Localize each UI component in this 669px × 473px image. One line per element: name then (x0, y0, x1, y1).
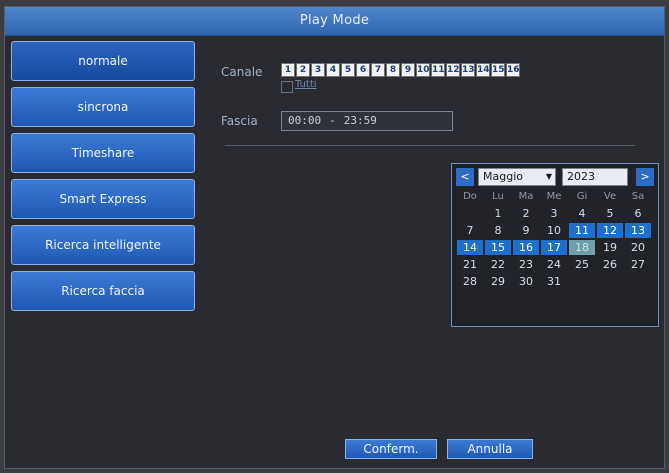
calendar-day-23[interactable]: 23 (513, 257, 539, 272)
time-range-label: Fascia (221, 114, 258, 128)
calendar-week-row: 28 29 30 31 (456, 273, 654, 290)
start-time-value[interactable]: 00:00 (288, 114, 321, 127)
calendar-day-4[interactable]: 4 (569, 206, 595, 221)
next-month-icon[interactable]: > (636, 168, 654, 186)
month-value: Maggio (483, 170, 523, 183)
calendar-day-30[interactable]: 30 (513, 274, 539, 289)
channel-14-checkbox[interactable]: 14 (476, 63, 490, 77)
weekday-label: Gi (576, 191, 588, 202)
calendar: < Maggio ▼ 2023 > Do Lu Ma Me Gi Ve Sa 1… (451, 163, 659, 327)
calendar-weeks: 1 2 3 4 5 6 7 8 9 10 11 12 13 14 15 16 17 18 19 20 21 22 23 24 2… (456, 205, 654, 290)
weekday-label: Sa (631, 191, 645, 202)
weekday-label: Ma (518, 191, 534, 202)
calendar-grid: Do Lu Ma Me Gi Ve Sa 1 2 3 4 5 6 7 8 9 10 11 12 13 14… (456, 188, 654, 290)
channel-16-checkbox[interactable]: 16 (506, 63, 520, 77)
year-field[interactable]: 2023 (562, 168, 628, 186)
channel-7-checkbox[interactable]: 7 (371, 63, 385, 77)
calendar-day-18[interactable]: 18 (569, 240, 595, 255)
calendar-day-27[interactable]: 27 (625, 257, 651, 272)
calendar-day-25[interactable]: 25 (569, 257, 595, 272)
cancel-button[interactable]: Annulla (447, 439, 533, 459)
all-channels-label[interactable]: Tutti (295, 79, 317, 90)
calendar-day-9[interactable]: 9 (513, 223, 539, 238)
main-panel: Canale 1 2 3 4 5 6 7 8 9 10 11 12 13 14 … (217, 41, 659, 461)
calendar-day-5[interactable]: 5 (597, 206, 623, 221)
calendar-day-21[interactable]: 21 (457, 257, 483, 272)
calendar-day-1[interactable]: 1 (485, 206, 511, 221)
calendar-day-3[interactable]: 3 (541, 206, 567, 221)
mode-timeshare-button[interactable]: Timeshare (11, 133, 195, 173)
channel-12-checkbox[interactable]: 12 (446, 63, 460, 77)
channel-4-checkbox[interactable]: 4 (326, 63, 340, 77)
time-separator: - (329, 114, 336, 127)
calendar-day-28[interactable]: 28 (457, 274, 483, 289)
calendar-day-22[interactable]: 22 (485, 257, 511, 272)
calendar-day-14[interactable]: 14 (457, 240, 483, 255)
calendar-day-24[interactable]: 24 (541, 257, 567, 272)
calendar-day-26[interactable]: 26 (597, 257, 623, 272)
calendar-day-19[interactable]: 19 (597, 240, 623, 255)
month-select[interactable]: Maggio ▼ (478, 168, 556, 186)
mode-ricerca-faccia-button[interactable]: Ricerca faccia (11, 271, 195, 311)
calendar-day-10[interactable]: 10 (541, 223, 567, 238)
calendar-header: < Maggio ▼ 2023 > (456, 168, 654, 186)
calendar-day-11[interactable]: 11 (569, 223, 595, 238)
calendar-day-31[interactable]: 31 (541, 274, 567, 289)
confirm-button[interactable]: Conferm. (345, 439, 437, 459)
weekday-header: Do Lu Ma Me Gi Ve Sa (456, 188, 654, 205)
weekday-label: Me (546, 191, 562, 202)
calendar-day-8[interactable]: 8 (485, 223, 511, 238)
calendar-day-6[interactable]: 6 (625, 206, 651, 221)
channel-3-checkbox[interactable]: 3 (311, 63, 325, 77)
divider (225, 145, 635, 146)
channel-1-checkbox[interactable]: 1 (281, 63, 295, 77)
channel-5-checkbox[interactable]: 5 (341, 63, 355, 77)
calendar-empty-cell (457, 206, 483, 221)
mode-ricerca-intelligente-button[interactable]: Ricerca intelligente (11, 225, 195, 265)
calendar-day-16[interactable]: 16 (513, 240, 539, 255)
mode-sincrona-button[interactable]: sincrona (11, 87, 195, 127)
weekday-label: Do (463, 191, 477, 202)
calendar-day-13[interactable]: 13 (625, 223, 651, 238)
mode-normale-button[interactable]: normale (11, 41, 195, 81)
channel-10-checkbox[interactable]: 10 (416, 63, 430, 77)
mode-sidebar: normale sincrona Timeshare Smart Express… (11, 41, 195, 317)
calendar-day-20[interactable]: 20 (625, 240, 651, 255)
end-time-value[interactable]: 23:59 (344, 114, 377, 127)
mode-smart-express-button[interactable]: Smart Express (11, 179, 195, 219)
channel-2-checkbox[interactable]: 2 (296, 63, 310, 77)
channel-6-checkbox[interactable]: 6 (356, 63, 370, 77)
calendar-day-2[interactable]: 2 (513, 206, 539, 221)
calendar-empty-cell (597, 274, 623, 289)
chevron-down-icon: ▼ (545, 172, 552, 181)
calendar-day-29[interactable]: 29 (485, 274, 511, 289)
channel-8-checkbox[interactable]: 8 (386, 63, 400, 77)
calendar-day-17[interactable]: 17 (541, 240, 567, 255)
calendar-day-7[interactable]: 7 (457, 223, 483, 238)
all-channels-checkbox[interactable] (281, 81, 293, 93)
channel-11-checkbox[interactable]: 11 (431, 63, 445, 77)
channel-9-checkbox[interactable]: 9 (401, 63, 415, 77)
calendar-week-row: 21 22 23 24 25 26 27 (456, 256, 654, 273)
calendar-empty-cell (569, 274, 595, 289)
window-title: Play Mode (5, 7, 664, 36)
channel-15-checkbox[interactable]: 15 (491, 63, 505, 77)
calendar-week-row: 14 15 16 17 18 19 20 (456, 239, 654, 256)
calendar-day-15[interactable]: 15 (485, 240, 511, 255)
channel-13-checkbox[interactable]: 13 (461, 63, 475, 77)
weekday-label: Lu (492, 191, 504, 202)
channel-label: Canale (221, 65, 263, 79)
calendar-day-12[interactable]: 12 (597, 223, 623, 238)
calendar-week-row: 123456 (456, 205, 654, 222)
time-range-field[interactable]: 00:00-23:59 (281, 111, 453, 131)
weekday-label: Ve (603, 191, 617, 202)
calendar-week-row: 7 8 9 10 11 12 13 (456, 222, 654, 239)
play-mode-window: Play Mode normale sincrona Timeshare Sma… (4, 6, 665, 469)
prev-month-icon[interactable]: < (456, 168, 474, 186)
calendar-empty-cell (625, 274, 651, 289)
